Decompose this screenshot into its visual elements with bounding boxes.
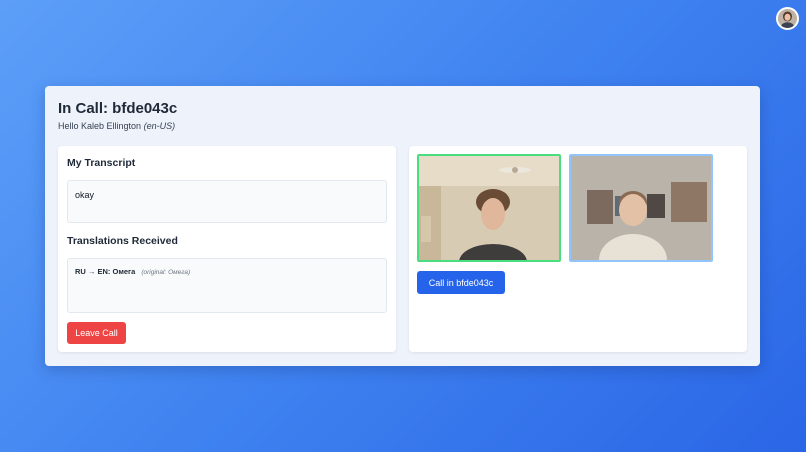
translations-box: RU → EN: Омега (original: Омега) (67, 258, 387, 313)
user-avatar[interactable] (776, 7, 799, 30)
translation-text: RU → EN: Омега (75, 267, 136, 276)
transcript-text: okay (75, 190, 95, 200)
local-video-feed (419, 156, 559, 260)
page-title: In Call: bfde043c (58, 100, 178, 117)
leave-call-button[interactable]: Leave Call (67, 322, 126, 344)
greeting: Hello Kaleb Ellington (en-US) (58, 121, 175, 131)
transcript-box: okay (67, 180, 387, 223)
translations-heading: Translations Received (67, 235, 178, 247)
video-card: Call in bfde043c (409, 146, 747, 352)
remote-video-feed (571, 156, 711, 260)
call-button[interactable]: Call in bfde043c (417, 271, 505, 294)
transcript-card: My Transcript okay Translations Received… (58, 146, 396, 352)
translation-item: RU → EN: Омега (original: Омега) (75, 267, 190, 276)
transcript-heading: My Transcript (67, 157, 136, 169)
local-video (417, 154, 561, 262)
user-avatar-icon (778, 9, 797, 28)
greeting-text: Hello Kaleb Ellington (58, 121, 142, 131)
remote-video (569, 154, 713, 262)
call-panel: In Call: bfde043c Hello Kaleb Ellington … (45, 86, 760, 366)
translation-original: (original: Омега) (141, 269, 191, 276)
greeting-locale: (en-US) (143, 121, 176, 131)
